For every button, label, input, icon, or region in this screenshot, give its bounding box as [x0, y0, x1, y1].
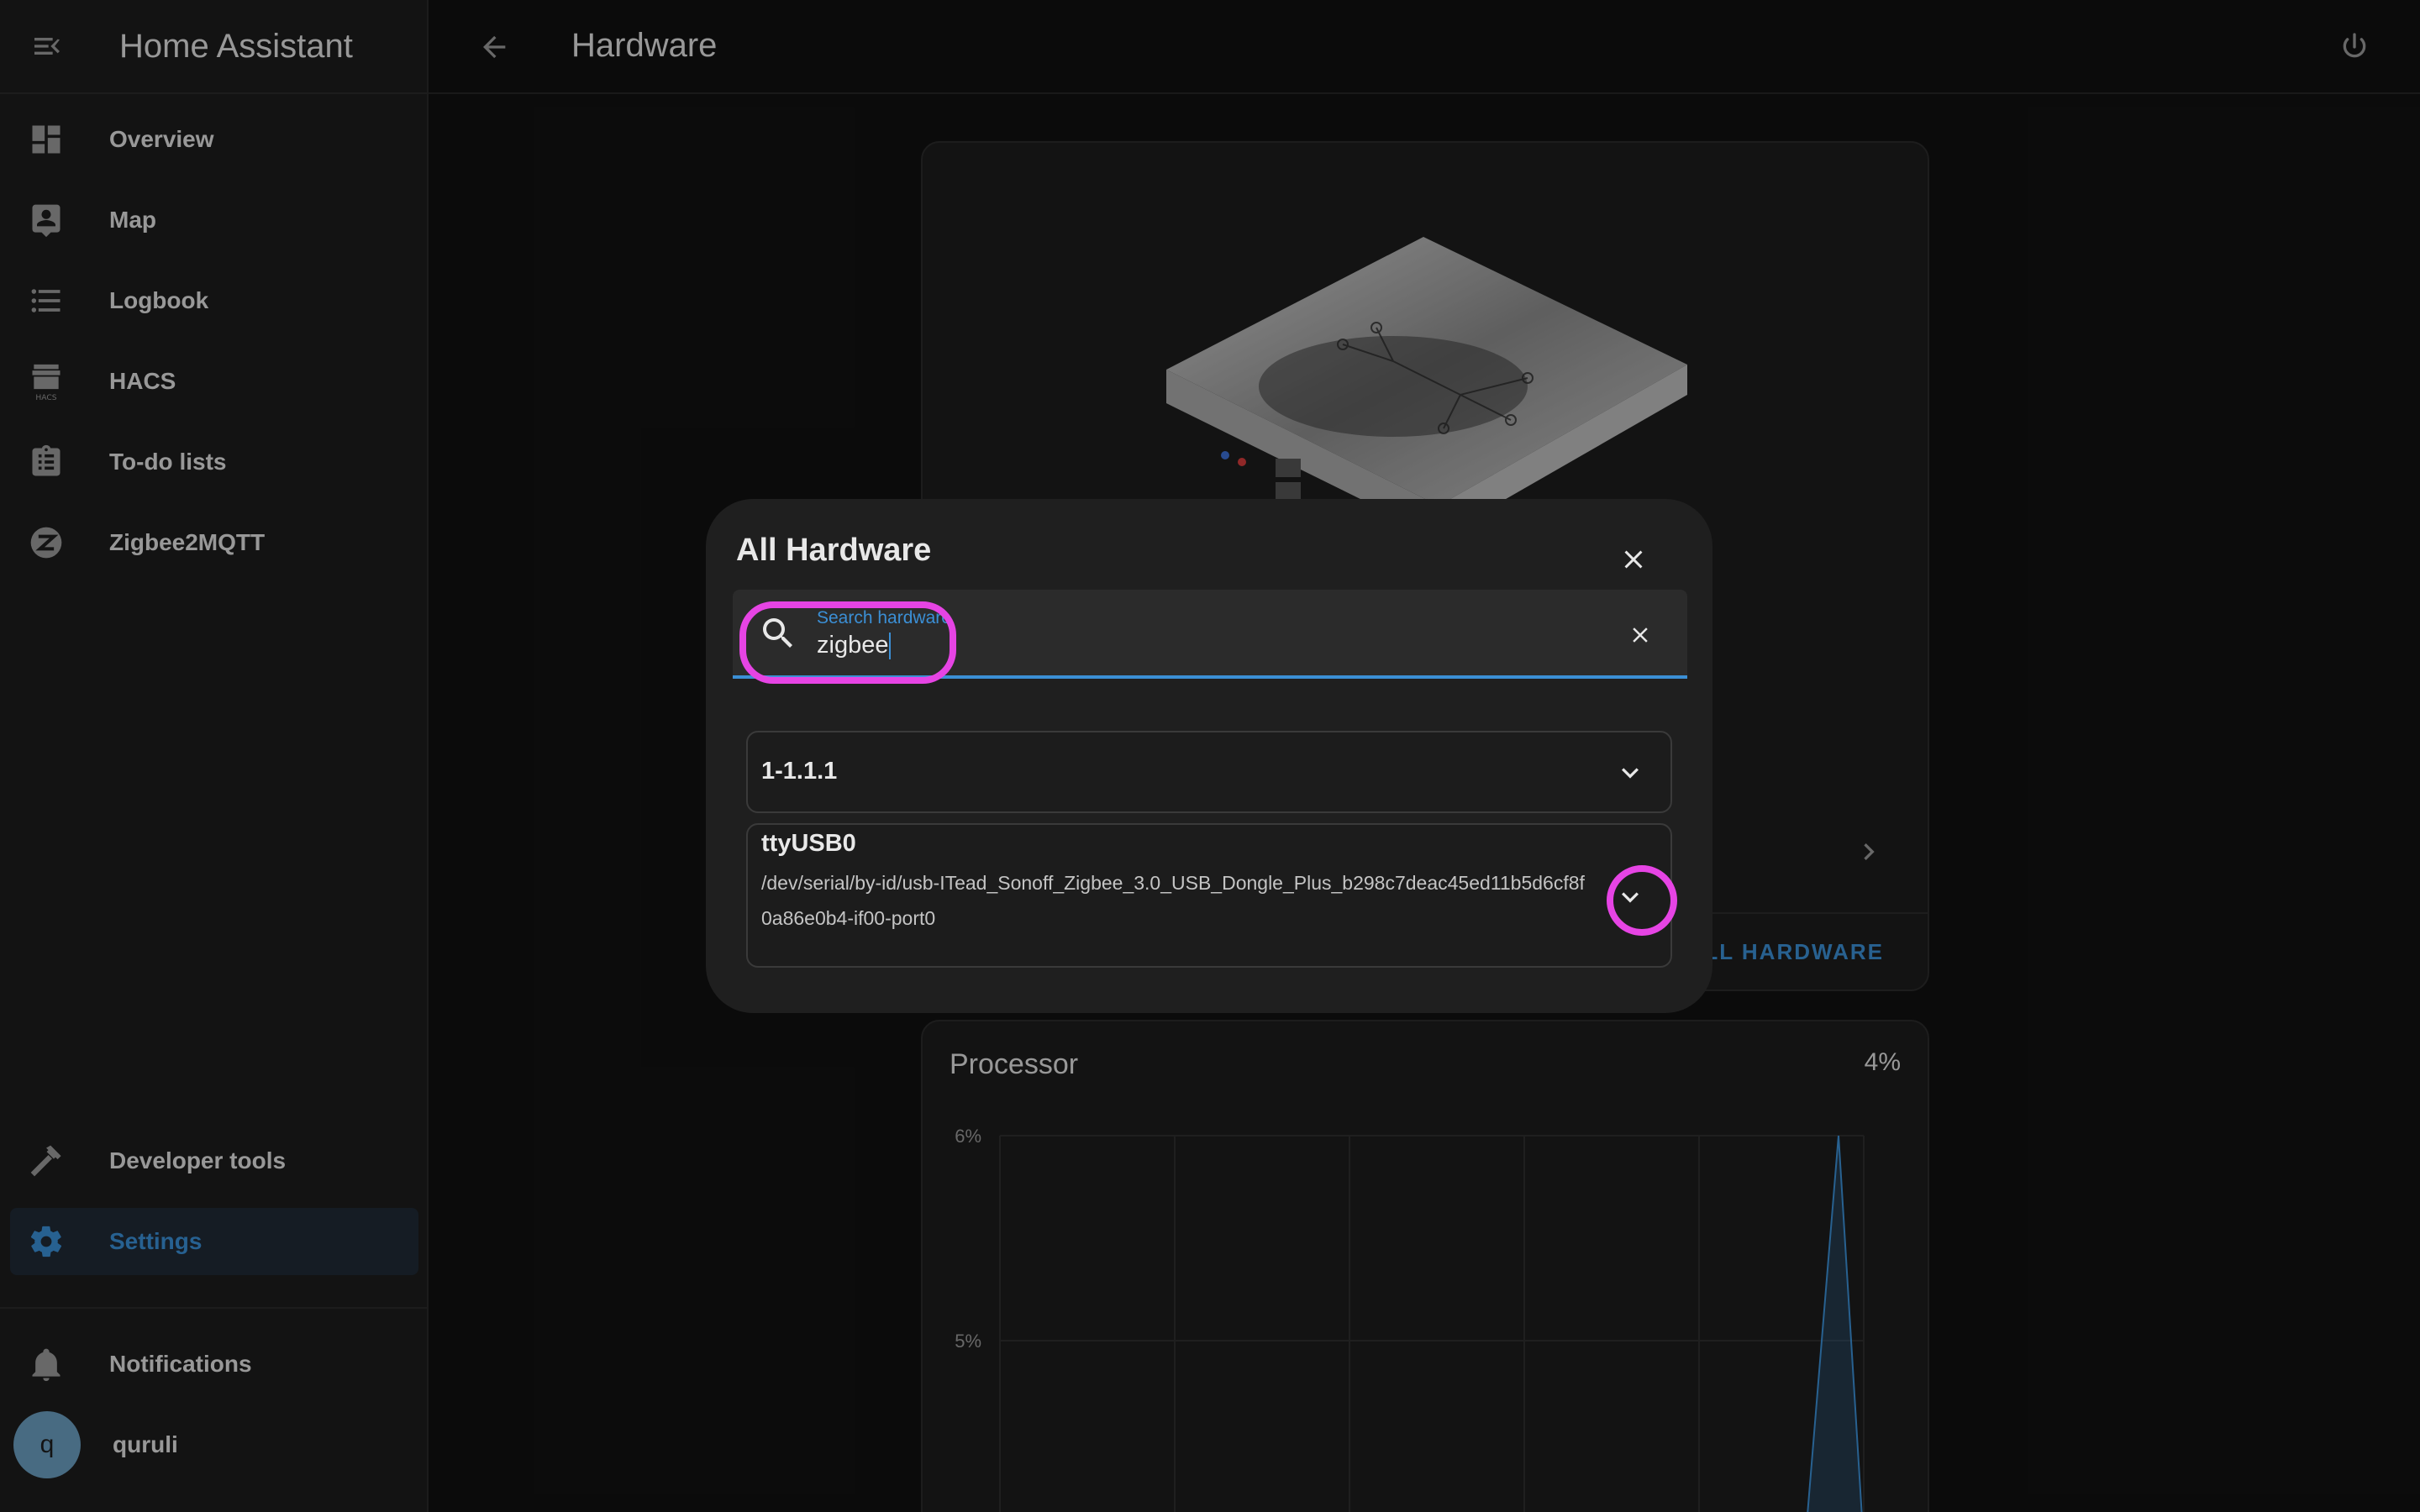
- hardware-item-1-1-1-1[interactable]: 1-1.1.1: [746, 731, 1672, 813]
- annotation-highlight-expand: [1607, 865, 1677, 936]
- search-clear-button[interactable]: [1623, 618, 1657, 652]
- dialog-title: All Hardware: [736, 533, 932, 568]
- expand-button[interactable]: [1608, 751, 1652, 795]
- hardware-item-ttyusb0[interactable]: ttyUSB0 /dev/serial/by-id/usb-ITead_Sono…: [746, 823, 1672, 968]
- annotation-highlight-search: [739, 601, 956, 684]
- close-icon: [1633, 627, 1648, 643]
- all-hardware-dialog: All Hardware Search hardware zigbee 1-1.…: [706, 499, 1712, 1013]
- close-icon: [1624, 550, 1643, 569]
- hardware-item-title: ttyUSB0: [761, 830, 856, 857]
- hardware-item-title: 1-1.1.1: [761, 758, 838, 785]
- chevron-down-icon: [1622, 768, 1639, 779]
- dialog-close-button[interactable]: [1610, 536, 1657, 583]
- hardware-item-path: /dev/serial/by-id/usb-ITead_Sonoff_Zigbe…: [761, 872, 1585, 929]
